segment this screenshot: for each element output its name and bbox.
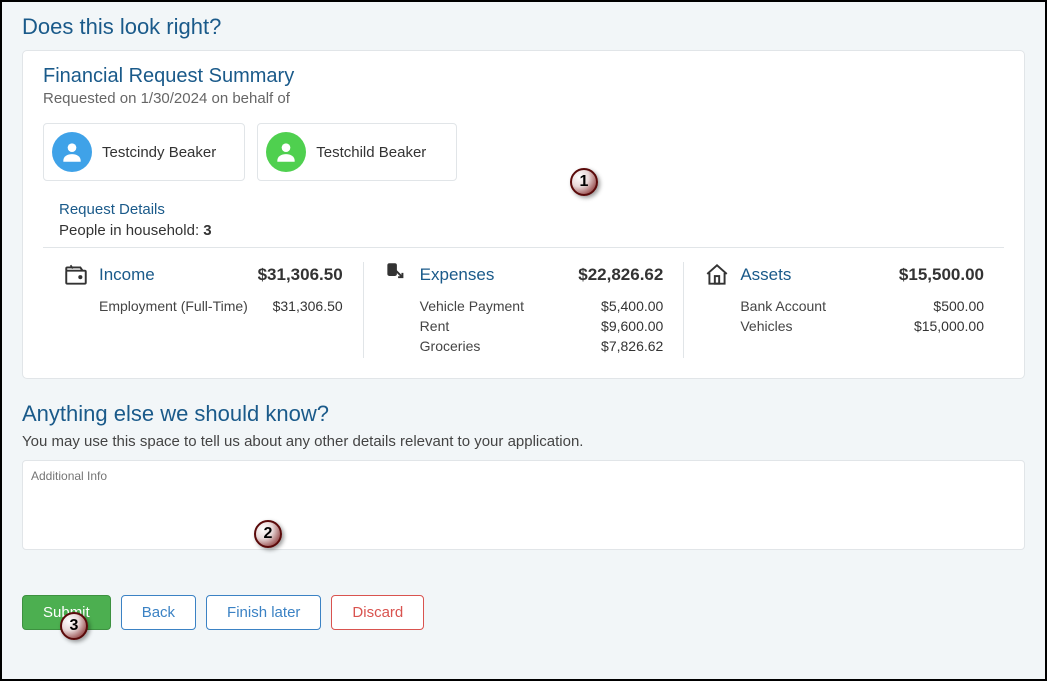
- expenses-icon: [384, 262, 410, 288]
- callout-2: 2: [254, 520, 282, 548]
- discard-button[interactable]: Discard: [331, 595, 424, 630]
- household-label: People in household:: [59, 222, 199, 239]
- line-value: $9,600.00: [601, 318, 663, 334]
- person-card: Testcindy Beaker: [43, 123, 245, 181]
- financial-columns: Income $31,306.50 Employment (Full-Time)…: [43, 262, 1004, 358]
- avatar-icon: [52, 132, 92, 172]
- divider: [43, 247, 1004, 248]
- avatar-icon: [266, 132, 306, 172]
- callout-3: 3: [60, 612, 88, 640]
- additional-info-input[interactable]: [22, 460, 1025, 550]
- household-value: 3: [203, 222, 211, 239]
- person-name: Testchild Beaker: [316, 144, 426, 161]
- assets-title: Assets: [740, 265, 791, 285]
- expenses-title: Expenses: [420, 265, 495, 285]
- finish-later-button[interactable]: Finish later: [206, 595, 321, 630]
- line-item: Employment (Full-Time) $31,306.50: [63, 298, 343, 314]
- wallet-icon: [63, 262, 89, 288]
- additional-title: Anything else we should know?: [22, 401, 1025, 427]
- line-item: Rent $9,600.00: [384, 318, 664, 334]
- summary-subtitle: Requested on 1/30/2024 on behalf of: [43, 90, 1004, 107]
- line-value: $7,826.62: [601, 338, 663, 354]
- line-value: $5,400.00: [601, 298, 663, 314]
- income-total: $31,306.50: [258, 265, 343, 285]
- line-item: Groceries $7,826.62: [384, 338, 664, 354]
- summary-title: Financial Request Summary: [43, 65, 1004, 88]
- income-title: Income: [99, 265, 155, 285]
- page-title: Does this look right?: [22, 14, 1025, 40]
- house-icon: [704, 262, 730, 288]
- button-row: Submit Back Finish later Discard: [22, 595, 1025, 630]
- line-label: Vehicle Payment: [420, 298, 601, 314]
- income-column: Income $31,306.50 Employment (Full-Time)…: [43, 262, 363, 358]
- request-details-label: Request Details: [59, 201, 1004, 218]
- line-item: Bank Account $500.00: [704, 298, 984, 314]
- back-button[interactable]: Back: [121, 595, 196, 630]
- line-value: $31,306.50: [273, 298, 343, 314]
- additional-desc: You may use this space to tell us about …: [22, 433, 1025, 450]
- line-label: Employment (Full-Time): [99, 298, 273, 314]
- people-row: Testcindy Beaker Testchild Beaker: [43, 123, 1004, 181]
- person-card: Testchild Beaker: [257, 123, 457, 181]
- assets-column: Assets $15,500.00 Bank Account $500.00 V…: [683, 262, 1004, 358]
- line-item: Vehicles $15,000.00: [704, 318, 984, 334]
- line-label: Rent: [420, 318, 601, 334]
- callout-1: 1: [570, 168, 598, 196]
- line-value: $500.00: [933, 298, 984, 314]
- person-name: Testcindy Beaker: [102, 144, 216, 161]
- line-label: Bank Account: [740, 298, 933, 314]
- expenses-total: $22,826.62: [578, 265, 663, 285]
- line-value: $15,000.00: [914, 318, 984, 334]
- summary-card: Financial Request Summary Requested on 1…: [22, 50, 1025, 379]
- assets-total: $15,500.00: [899, 265, 984, 285]
- line-label: Groceries: [420, 338, 601, 354]
- line-item: Vehicle Payment $5,400.00: [384, 298, 664, 314]
- line-label: Vehicles: [740, 318, 914, 334]
- household-count: People in household: 3: [59, 222, 1004, 239]
- expenses-column: Expenses $22,826.62 Vehicle Payment $5,4…: [363, 262, 684, 358]
